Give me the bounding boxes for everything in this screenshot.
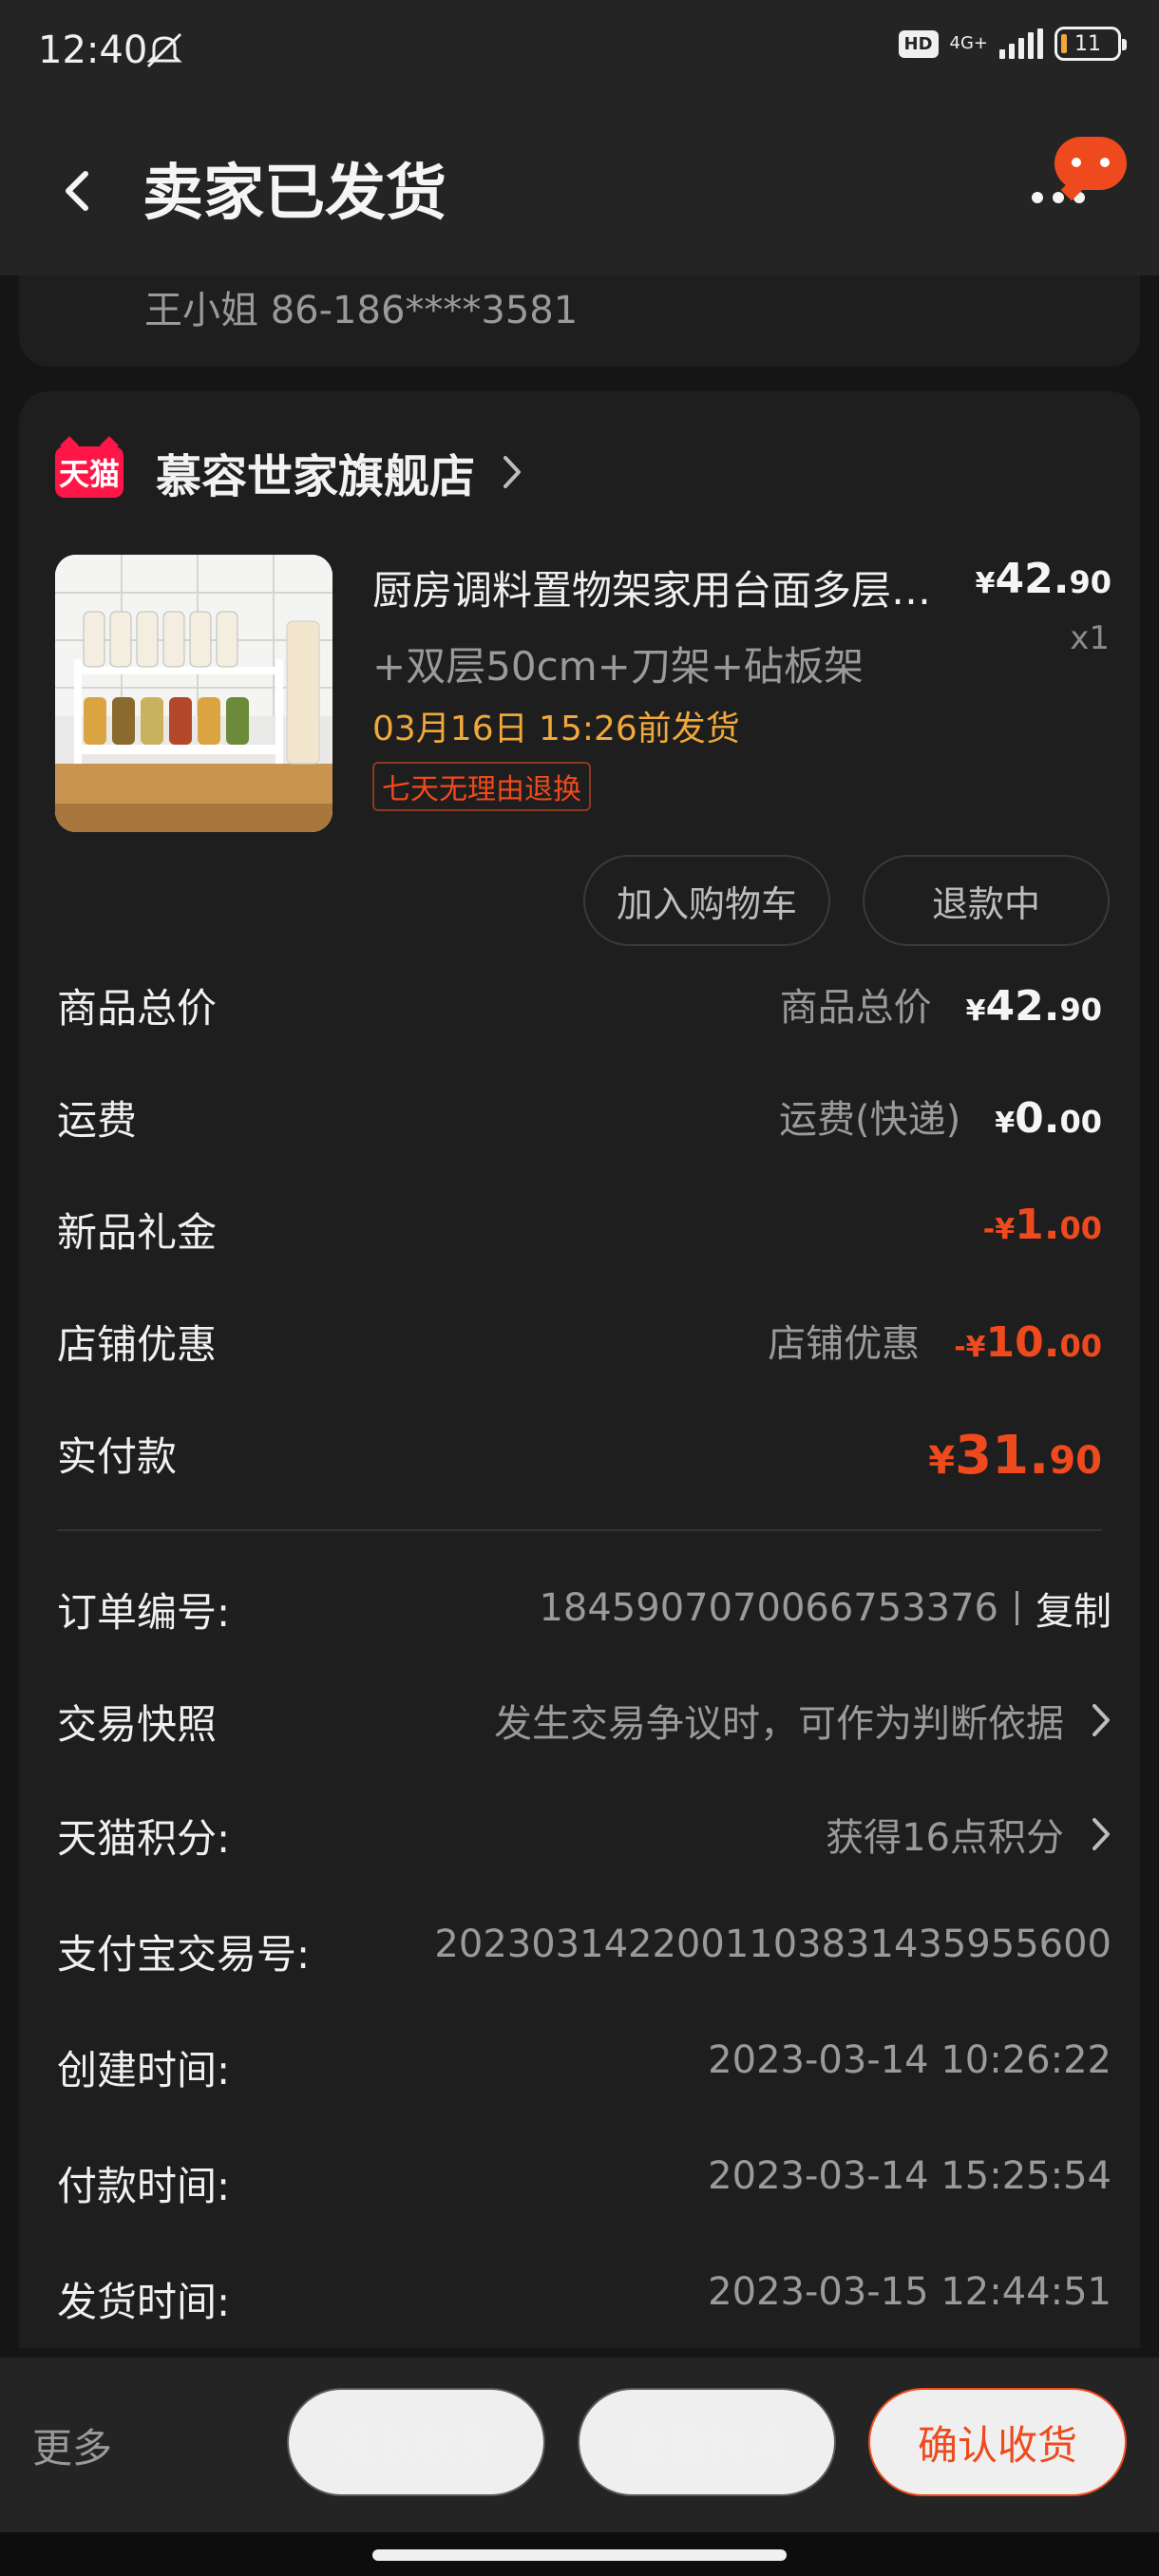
shop-header[interactable]: 天猫 慕容世家旗舰店 [55,439,524,505]
view-logistics-button[interactable]: 查看物流 [578,2388,836,2496]
info-label: 发货时间: [57,2279,231,2325]
copy-button[interactable]: 复制 [1036,1581,1112,1636]
shop-name: 慕容世家旗舰店 [156,450,476,503]
mute-icon [146,32,182,68]
refund-status-button[interactable]: 退款中 [863,855,1110,946]
bottom-action-bar: 更多 延长收货 查看物流 确认收货 [0,2358,1159,2532]
status-indicators: HD 4G+ 11 [898,27,1127,61]
product-title[interactable]: 厨房调料置物架家用台面多层收纳架 [372,559,942,616]
created-time: 2023-03-14 10:26:22 [708,2038,1112,2082]
address-card[interactable]: 王小姐 86-186****3581 [19,275,1140,367]
signal-icon [999,28,1043,59]
fee-sublabel: 商品总价 [779,986,932,1030]
address-contact: 王小姐 86-186****3581 [144,289,579,332]
info-label: 交易快照 [57,1701,218,1748]
info-row-order-no: 订单编号: 1845907070066753376 复制 [57,1581,1112,1638]
gesture-bar [0,2532,1159,2576]
ship-deadline: 03月16日 15:26前发货 [372,710,740,748]
more-actions-button[interactable]: 更多 [32,2416,112,2474]
confirm-receipt-button[interactable]: 确认收货 [868,2388,1127,2496]
order-number: 1845907070066753376 [539,1586,998,1630]
status-bar: 12:40 HD 4G+ 11 [0,0,1159,104]
fee-label: 运费 [57,1097,138,1144]
nav-bar: 卖家已发货 [0,104,1159,275]
info-row-shipped: 发货时间: 2023-03-15 12:44:51 [57,2270,1112,2327]
paid-time: 2023-03-14 15:25:54 [708,2154,1112,2198]
tmall-logo: 天猫 [55,446,124,498]
info-row-points[interactable]: 天猫积分: 获得16点积分 [57,1807,1112,1864]
info-label: 付款时间: [57,2163,231,2209]
chevron-right-icon [1092,1818,1110,1850]
points-value: 获得16点积分 [826,1816,1064,1860]
chevron-right-icon [504,456,522,488]
extend-receipt-button[interactable]: 延长收货 [287,2388,545,2496]
fee-row-goods-total: 商品总价 商品总价 ¥42.90 [57,976,1102,1033]
network-type: 4G+ [949,33,988,53]
info-label: 天猫积分: [57,1815,231,1862]
more-menu-button[interactable] [1026,123,1130,228]
product-quantity: x1 [1070,619,1110,657]
status-time: 12:40 [38,28,148,72]
shipped-time: 2023-03-15 12:44:51 [708,2270,1112,2314]
fee-label: 实付款 [57,1433,178,1480]
info-label: 订单编号: [57,1589,231,1636]
info-row-paid: 付款时间: 2023-03-14 15:25:54 [57,2154,1112,2211]
order-card: 天猫 慕容世家旗舰店 厨房调料置物架家用台面多层收 ¥42.90 x1 +双层5… [19,391,1140,2348]
info-row-snapshot[interactable]: 交易快照 发生交易争议时，可作为判断依据 [57,1693,1112,1750]
fee-row-new-gift: 新品礼金 -¥1.00 [57,1201,1102,1258]
fee-label: 新品礼金 [57,1209,218,1256]
fee-amount: -¥1.00 [982,1201,1102,1249]
fee-row-shipping: 运费 运费(快递) ¥0.00 [57,1089,1102,1146]
home-indicator[interactable] [372,2549,787,2561]
product-image[interactable] [55,555,332,832]
battery-icon: 11 [1054,27,1127,61]
back-icon[interactable] [48,157,104,223]
product-price: ¥42.90 [975,555,1112,603]
snapshot-hint: 发生交易争议时，可作为判断依据 [494,1702,1064,1746]
info-label: 创建时间: [57,2047,231,2093]
fee-sublabel: 店铺优惠 [768,1322,921,1366]
paid-amount: ¥31.90 [928,1425,1102,1487]
hd-badge: HD [898,29,939,58]
separator [1016,1591,1018,1625]
message-badge-icon [1054,137,1127,190]
chevron-right-icon [1092,1704,1110,1736]
info-row-created: 创建时间: 2023-03-14 10:26:22 [57,2038,1112,2095]
fee-sublabel: 运费(快递) [779,1098,961,1142]
fee-label: 店铺优惠 [57,1321,218,1368]
fee-amount: ¥42.90 [965,982,1102,1031]
fee-row-paid: 实付款 ¥31.90 [57,1425,1102,1487]
divider [57,1529,1102,1531]
battery-level: 11 [1074,31,1101,56]
page-title: 卖家已发货 [142,159,446,229]
alipay-trade-no: 2023031422001103831435955600 [434,1923,1112,1966]
add-to-cart-button[interactable]: 加入购物车 [583,855,830,946]
fee-amount: ¥0.00 [995,1094,1102,1143]
fee-row-shop-discount: 店铺优惠 店铺优惠 -¥10.00 [57,1313,1102,1370]
return-policy-tag: 七天无理由退换 [372,762,591,811]
product-spec: +双层50cm+刀架+砧板架 [372,643,864,690]
fee-amount: -¥10.00 [954,1318,1102,1367]
fee-label: 商品总价 [57,985,218,1032]
info-row-alipay: 支付宝交易号: 2023031422001103831435955600 [57,1923,1112,1979]
info-label: 支付宝交易号: [57,1931,311,1978]
